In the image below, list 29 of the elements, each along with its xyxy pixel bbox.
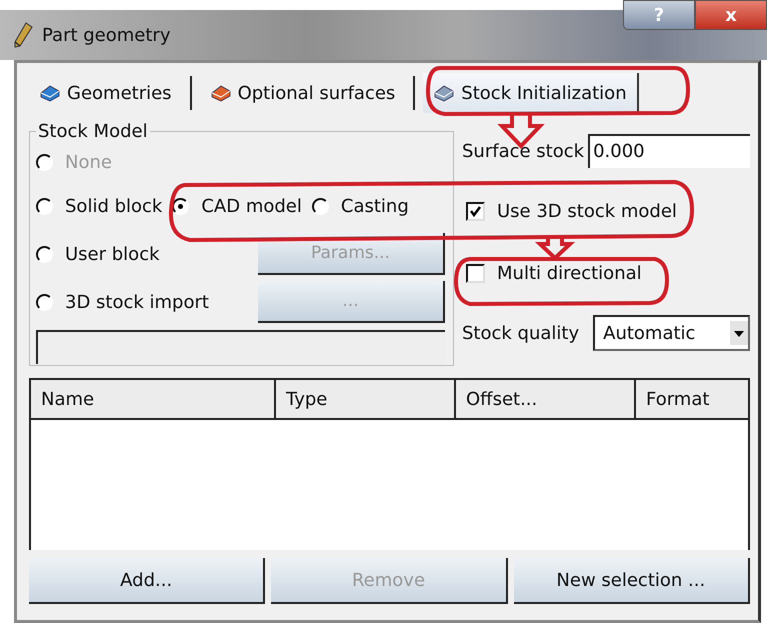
radio-option[interactable]: CAD model (172, 196, 302, 216)
checkbox[interactable]: Multi directional (462, 253, 750, 293)
action-button[interactable]: New selection ... (514, 558, 750, 604)
stock-quality-dropdown[interactable]: Automatic (593, 315, 750, 351)
path-field[interactable] (36, 330, 445, 364)
window-title: Part geometry (42, 24, 170, 46)
radio-option[interactable]: User block (36, 244, 160, 264)
radio-option[interactable]: Casting (312, 196, 409, 216)
check-icon (469, 204, 482, 218)
close-button[interactable]: x (695, 0, 767, 30)
field-label: Stock quality (462, 322, 580, 344)
surface-stock-field[interactable]: 0.000 (588, 134, 750, 168)
group-title: Stock Model (37, 121, 149, 142)
cube-icon (210, 83, 232, 103)
cube-icon (39, 83, 61, 103)
cube-icon (433, 83, 456, 103)
column-header[interactable]: Format (636, 380, 748, 418)
column-header[interactable]: Type (276, 380, 456, 418)
tab[interactable]: Geometries (29, 73, 182, 113)
column-header[interactable]: Name (31, 380, 276, 418)
tab[interactable]: Optional surfaces (200, 73, 406, 113)
radio-option[interactable]: Solid block (36, 196, 162, 216)
checkbox[interactable]: Use 3D stock model (462, 191, 750, 231)
action-button[interactable]: Add... (29, 558, 266, 604)
field-label: Surface stock (462, 140, 584, 162)
tab[interactable]: Stock Initialization (423, 73, 639, 113)
radio-option[interactable]: 3D stock import (36, 292, 209, 312)
column-header[interactable]: Offset... (456, 380, 636, 418)
pen-icon (12, 22, 34, 48)
